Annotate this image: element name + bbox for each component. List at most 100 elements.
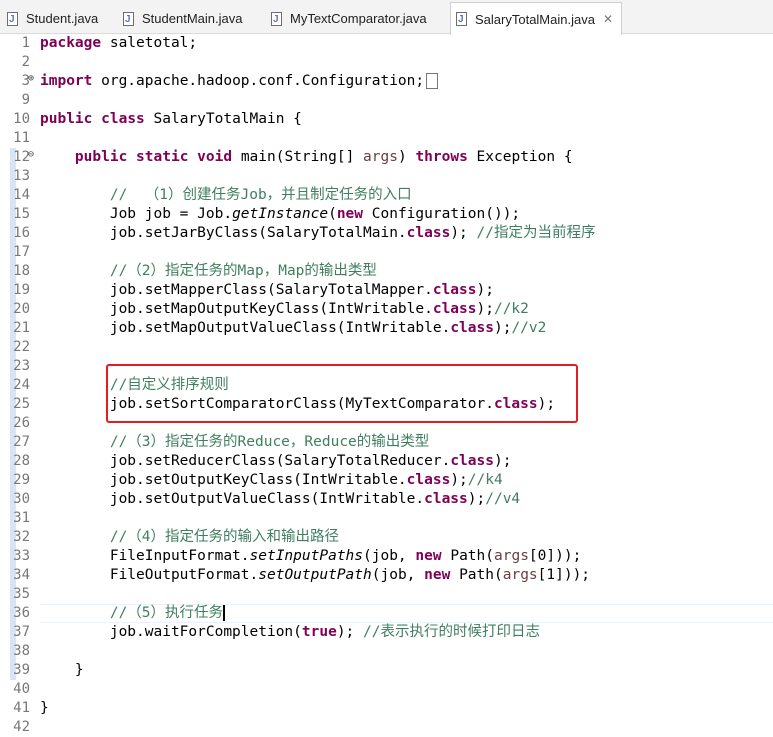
line-number: 28	[13, 453, 30, 469]
code-text: job.setOutputValueClass(IntWritable.clas…	[40, 491, 521, 507]
code-line[interactable]: 37 job.waitForCompletion(true); //表示执行的时…	[0, 623, 773, 642]
code-line[interactable]: 1 package saletotal;	[0, 34, 773, 53]
code-line[interactable]: 40	[0, 680, 773, 699]
code-line[interactable]: 27 //（3）指定任务的Reduce，Reduce的输出类型	[0, 433, 773, 452]
code-line[interactable]: 2	[0, 53, 773, 72]
collapse-fold-icon[interactable]: ⊖	[28, 150, 34, 160]
line-number: 26	[13, 415, 30, 431]
code-line[interactable]: 21 job.setMapOutputValueClass(IntWritabl…	[0, 319, 773, 338]
code-text: job.setMapperClass(SalaryTotalMapper.cla…	[40, 282, 494, 298]
line-number: 41	[13, 700, 30, 716]
line-number: 37	[13, 624, 30, 640]
code-text: job.setJarByClass(SalaryTotalMain.class)…	[40, 225, 596, 241]
line-number: 39	[13, 662, 30, 678]
code-line[interactable]: 36 //（5）执行任务	[0, 604, 773, 623]
code-text: }	[40, 700, 49, 716]
code-line[interactable]: 28 job.setReducerClass(SalaryTotalReduce…	[0, 452, 773, 471]
code-line[interactable]: 9	[0, 91, 773, 110]
line-number: 1	[21, 35, 30, 51]
code-line[interactable]: 30 job.setOutputValueClass(IntWritable.c…	[0, 490, 773, 509]
code-text: job.setMapOutputKeyClass(IntWritable.cla…	[40, 301, 529, 317]
code-line[interactable]: 33 FileInputFormat.setInputPaths(job, ne…	[0, 547, 773, 566]
line-number: 24	[13, 377, 30, 393]
code-line[interactable]: 14 // （1）创建任务Job，并且制定任务的入口	[0, 186, 773, 205]
code-text: package saletotal;	[40, 35, 198, 51]
code-line[interactable]: 32 //（4）指定任务的输入和输出路径	[0, 528, 773, 547]
code-text: //（4）指定任务的输入和输出路径	[109, 529, 340, 545]
line-number: 17	[13, 244, 30, 260]
code-line[interactable]: 3 ⊕ import org.apache.hadoop.conf.Configur…	[0, 72, 773, 91]
code-line[interactable]: 19 job.setMapperClass(SalaryTotalMapper.…	[0, 281, 773, 300]
code-line[interactable]: 22	[0, 338, 773, 357]
code-line[interactable]: 17	[0, 243, 773, 262]
code-text: public class SalaryTotalMain {	[40, 111, 302, 127]
code-line[interactable]: 11	[0, 129, 773, 148]
code-text: //（5）执行任务	[109, 605, 226, 621]
code-line[interactable]: 16 job.setJarByClass(SalaryTotalMain.cla…	[0, 224, 773, 243]
line-number: 34	[13, 567, 30, 583]
code-text: // （1）创建任务Job，并且制定任务的入口	[109, 187, 412, 203]
line-number: 30	[13, 491, 30, 507]
line-number: 20	[13, 301, 30, 317]
line-number: 2	[21, 54, 30, 70]
code-text: //（2）指定任务的Map，Map的输出类型	[109, 263, 377, 279]
code-line[interactable]: 12 ⊖ public static void main(String[] arg…	[0, 148, 773, 167]
line-number: 3	[21, 73, 30, 89]
code-line[interactable]: 18 //（2）指定任务的Map，Map的输出类型	[0, 262, 773, 281]
line-number: 40	[13, 681, 30, 697]
code-line[interactable]: 42	[0, 718, 773, 737]
line-number: 42	[13, 719, 30, 735]
line-number: 31	[13, 510, 30, 526]
code-text: FileInputFormat.setInputPaths(job, new P…	[40, 548, 582, 564]
java-file-icon: J	[455, 12, 469, 26]
code-line[interactable]: 41}	[0, 699, 773, 718]
code-line[interactable]: 29 job.setOutputKeyClass(IntWritable.cla…	[0, 471, 773, 490]
tab-label: StudentMain.java	[142, 11, 243, 26]
code-line[interactable]: 13	[0, 167, 773, 186]
code-line[interactable]: 38	[0, 642, 773, 661]
line-number: 10	[13, 111, 30, 127]
tab-label: SalaryTotalMain.java	[475, 11, 595, 27]
code-line[interactable]: 20 job.setMapOutputKeyClass(IntWritable.…	[0, 300, 773, 319]
tab-mytextcomparator-java[interactable]: J MyTextComparator.java	[266, 4, 448, 33]
line-number: 22	[13, 339, 30, 355]
code-line[interactable]: 10 public class SalaryTotalMain {	[0, 110, 773, 129]
code-text: job.waitForCompletion(true); //表示执行的时候打印…	[40, 624, 540, 640]
editor-tab-bar: J Student.java J StudentMain.java J MyTe…	[0, 0, 773, 35]
line-number: 12	[13, 149, 30, 165]
line-number: 18	[13, 263, 30, 279]
code-line[interactable]: 39 }	[0, 661, 773, 680]
line-number: 27	[13, 434, 30, 450]
code-text: }	[40, 662, 84, 678]
java-file-icon: J	[6, 11, 20, 26]
tab-studentmain-java[interactable]: J StudentMain.java	[118, 4, 264, 33]
line-number: 15	[13, 206, 30, 222]
line-number: 23	[13, 358, 30, 374]
tab-salarytotalmain-java[interactable]: J SalaryTotalMain.java ✕	[450, 2, 622, 35]
line-number: 9	[21, 92, 30, 108]
code-line[interactable]: 35	[0, 585, 773, 604]
line-number: 35	[13, 586, 30, 602]
code-text: FileOutputFormat.setOutputPath(job, new …	[40, 567, 591, 583]
code-text: job.setReducerClass(SalaryTotalReducer.c…	[40, 453, 512, 469]
collapsed-imports-icon[interactable]	[426, 73, 439, 89]
tab-label: MyTextComparator.java	[290, 11, 427, 26]
line-number: 11	[13, 130, 30, 146]
expand-fold-icon[interactable]: ⊕	[28, 74, 34, 84]
close-tab-icon[interactable]: ✕	[603, 12, 613, 26]
line-number: 14	[13, 187, 30, 203]
code-text: job.setOutputKeyClass(IntWritable.class)…	[40, 472, 503, 488]
line-number: 25	[13, 396, 30, 412]
code-text: public static void main(String[] args) t…	[74, 149, 573, 165]
highlight-annotation-box	[106, 364, 578, 423]
line-number: 13	[13, 168, 30, 184]
line-number: 21	[13, 320, 30, 336]
code-line[interactable]: 15 Job job = Job.getInstance(new Configu…	[0, 205, 773, 224]
tab-label: Student.java	[26, 11, 99, 26]
tab-student-java[interactable]: J Student.java	[2, 4, 114, 33]
line-number: 32	[13, 529, 30, 545]
java-file-icon: J	[122, 11, 136, 26]
code-line[interactable]: 34 FileOutputFormat.setOutputPath(job, n…	[0, 566, 773, 585]
code-line[interactable]: 31	[0, 509, 773, 528]
code-text: job.setMapOutputValueClass(IntWritable.c…	[40, 320, 547, 336]
